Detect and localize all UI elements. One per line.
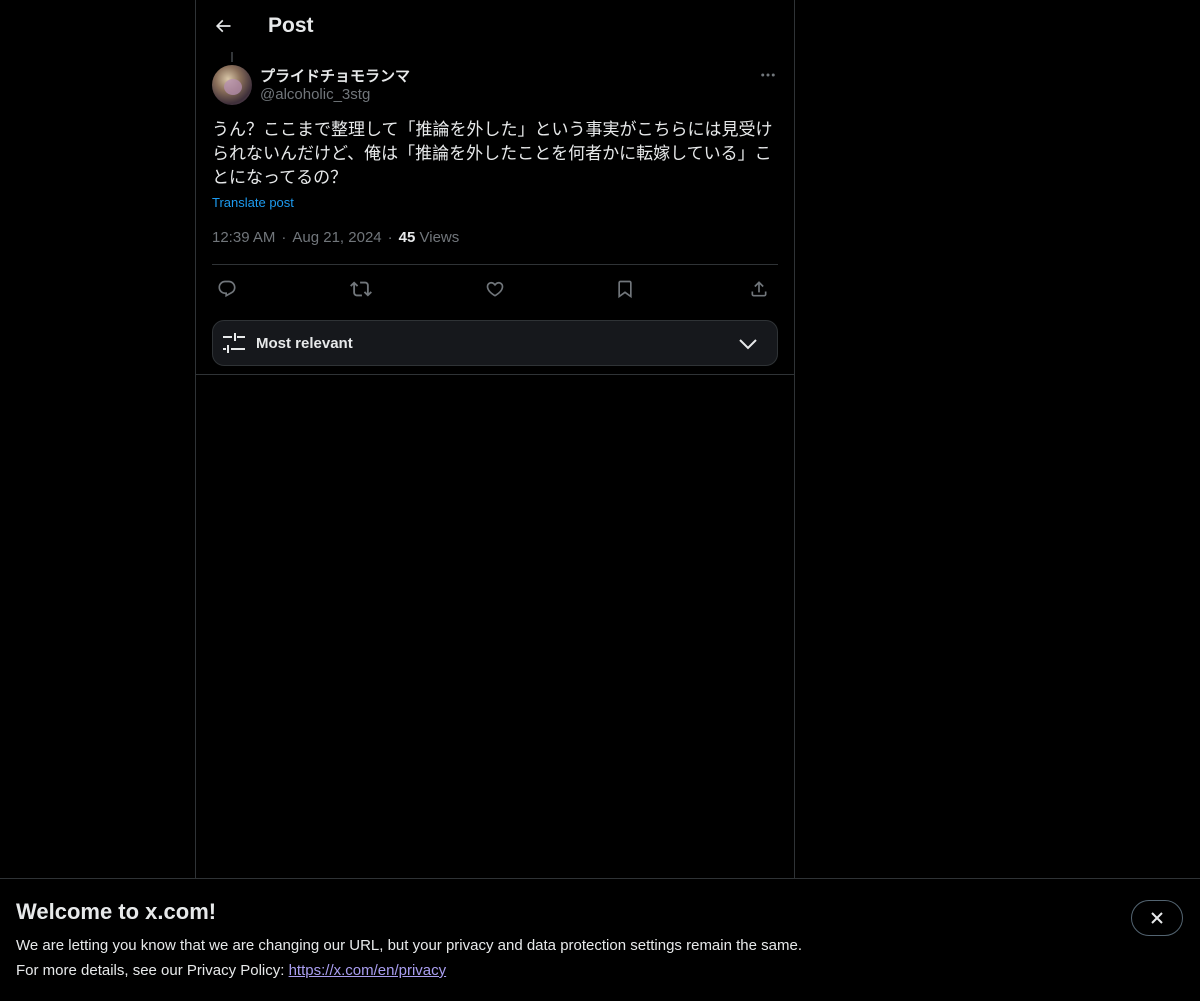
post-date[interactable]: Aug 21, 2024 (292, 229, 381, 246)
author-display-name[interactable]: プライドチョモランマ (260, 65, 410, 86)
page-header: Post (196, 0, 794, 53)
divider (212, 264, 778, 265)
sliders-icon (223, 333, 245, 353)
views-label: Views (419, 229, 460, 246)
close-icon (1149, 910, 1165, 926)
meta-separator: · (281, 229, 287, 246)
share-button[interactable] (744, 274, 774, 304)
thread-connector-line (231, 52, 233, 62)
more-horizontal-icon (759, 66, 777, 84)
post-text: うん？ここまで整理して「推論を外した」という事実がこちらには見受けられないんだけ… (212, 120, 773, 187)
post-action-bar (212, 274, 778, 304)
bookmark-button[interactable] (610, 274, 640, 304)
privacy-policy-link[interactable]: https://x.com/en/privacy (289, 962, 447, 979)
repost-button[interactable] (346, 274, 376, 304)
close-banner-button[interactable] (1131, 900, 1183, 936)
banner-privacy-line: For more details, see our Privacy Policy… (16, 962, 446, 979)
translate-post-link[interactable]: Translate post (212, 195, 294, 210)
page-title: Post (268, 14, 314, 37)
replies-sort-dropdown[interactable]: Most relevant (212, 320, 778, 366)
post-time[interactable]: 12:39 AM (212, 229, 275, 246)
share-icon (749, 279, 769, 299)
bookmark-icon (615, 279, 635, 299)
repost-icon (350, 278, 372, 300)
back-button[interactable] (208, 11, 238, 41)
author-handle[interactable]: @alcoholic_3stg (260, 86, 370, 103)
primary-column: Post プライドチョモランマ @alcoholic_3stg うん？ここまで整… (195, 0, 795, 878)
banner-privacy-prefix: For more details, see our Privacy Policy… (16, 962, 289, 979)
banner-title: Welcome to x.com! (16, 899, 217, 924)
banner-message: We are letting you know that we are chan… (16, 937, 802, 954)
reply-icon (217, 279, 237, 299)
sort-selected-value: Most relevant (256, 335, 353, 352)
url-change-banner: Welcome to x.com! We are letting you kno… (0, 878, 1200, 1001)
like-button[interactable] (480, 274, 510, 304)
divider (196, 374, 794, 375)
heart-icon (485, 279, 505, 299)
arrow-left-icon (213, 16, 233, 36)
views-count: 45 (398, 229, 416, 246)
reply-button[interactable] (212, 274, 242, 304)
meta-separator: · (387, 229, 393, 246)
chevron-down-icon (738, 334, 758, 354)
avatar[interactable] (212, 65, 252, 105)
post-metadata: 12:39 AM · Aug 21, 2024 · 45 Views (212, 229, 459, 246)
more-options-button[interactable] (754, 64, 782, 86)
